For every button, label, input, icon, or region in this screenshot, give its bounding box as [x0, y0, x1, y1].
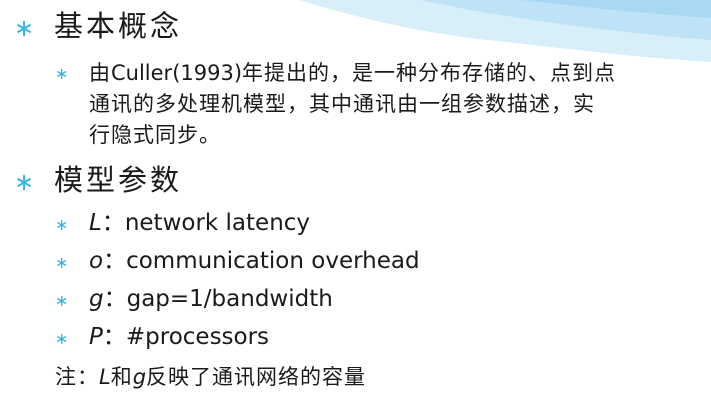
param-description: gap=1/bandwidth	[126, 286, 333, 312]
note-text: 反映了通讯网络的容量	[146, 365, 367, 389]
item-bullet-icon: ∗	[55, 215, 69, 234]
param-separator: ：	[103, 286, 127, 312]
param-description: network latency	[124, 210, 311, 236]
section-heading-model-parameters: 模型参数	[54, 163, 183, 197]
param-gap: g：gap=1/bandwidth	[89, 288, 333, 311]
param-separator: ：	[102, 324, 126, 350]
section-heading-basic-concepts: 基本概念	[54, 9, 183, 43]
section-bullet-icon: ∗	[14, 168, 35, 196]
note-conjunction: 和	[110, 365, 133, 389]
slide: ∗ 基本概念 ∗ 由Culler(1993)年提出的，是一种分布存储的、点到点 …	[0, 0, 711, 407]
param-separator: ：	[103, 248, 127, 274]
section-bullet-icon: ∗	[14, 14, 35, 42]
paragraph-author: Culler(1993)	[111, 61, 243, 85]
note-symbol-latency: L	[99, 365, 111, 389]
item-bullet-icon: ∗	[55, 329, 69, 348]
param-symbol: o	[89, 248, 104, 274]
concept-paragraph-line-2: 通讯的多处理机模型，其中通讯由一组参数描述，实	[89, 92, 595, 116]
item-bullet-icon: ∗	[55, 64, 69, 83]
param-latency: L：network latency	[89, 212, 310, 235]
param-symbol: g	[89, 286, 104, 312]
note-symbol-gap: g	[132, 365, 147, 389]
param-processors: P：#processors	[89, 326, 269, 349]
param-separator: ：	[101, 210, 125, 236]
paragraph-line1-rest: 年提出的，是一种分布存储的、点到点	[242, 61, 617, 85]
concept-paragraph-line-1: 由Culler(1993)年提出的，是一种分布存储的、点到点	[89, 63, 616, 84]
paragraph-prefix: 由	[89, 61, 111, 85]
param-symbol: L	[89, 210, 102, 236]
item-bullet-icon: ∗	[55, 291, 69, 310]
param-overhead: o：communication overhead	[89, 250, 420, 273]
param-description: #processors	[125, 324, 270, 350]
item-bullet-icon: ∗	[55, 253, 69, 272]
note-label: 注：	[55, 365, 99, 389]
note-line: 注：L和g反映了通讯网络的容量	[55, 367, 366, 388]
param-description: communication overhead	[126, 248, 420, 274]
concept-paragraph-line-3: 行隐式同步。	[89, 123, 221, 147]
param-symbol: P	[89, 324, 103, 350]
